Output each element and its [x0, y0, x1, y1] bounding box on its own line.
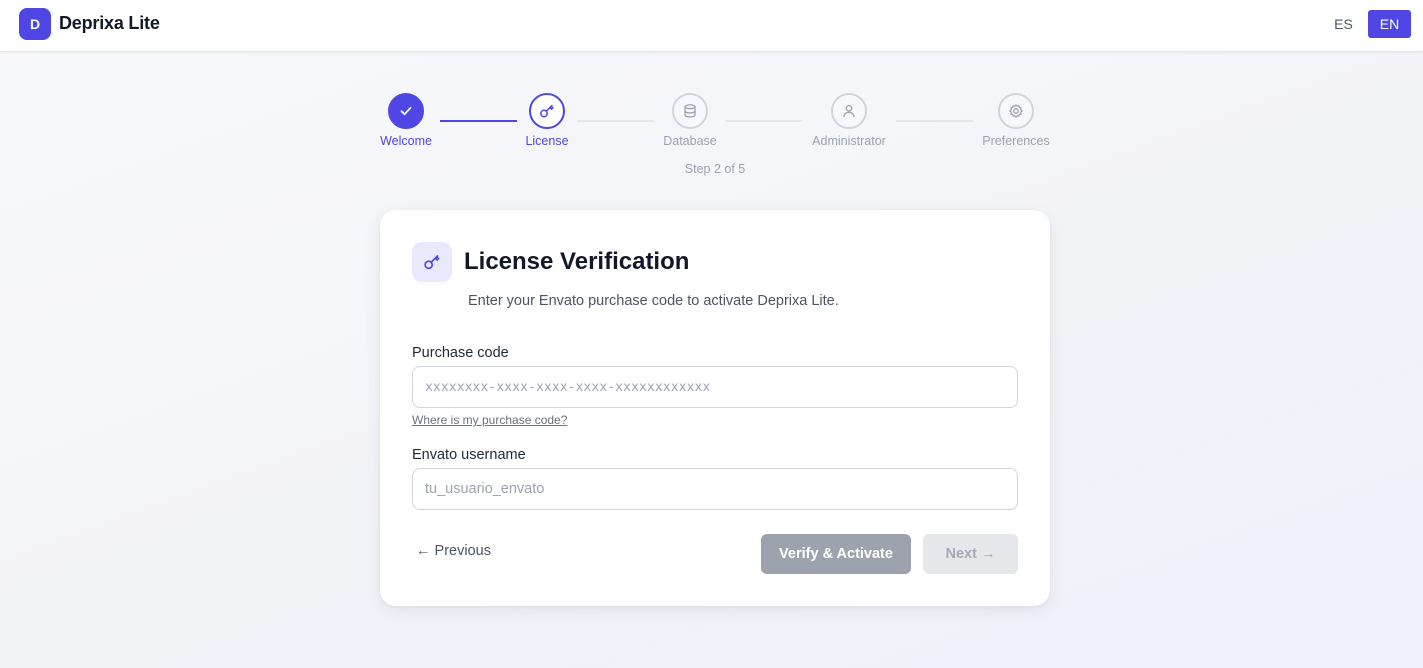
card-subtitle: Enter your Envato purchase code to activ…	[468, 293, 839, 309]
card-title: License Verification	[464, 248, 690, 275]
step-connector	[725, 120, 802, 122]
step-label-preferences: Preferences	[982, 134, 1050, 148]
key-icon	[540, 104, 554, 118]
step-counter: Step 2 of 5	[684, 162, 746, 176]
step-label-administrator: Administrator	[812, 134, 886, 148]
step-connector	[440, 120, 517, 122]
database-icon	[684, 104, 696, 118]
next-button[interactable]: Next →	[923, 534, 1018, 574]
step-connector	[896, 120, 973, 122]
previous-button[interactable]: ← Previous	[416, 543, 491, 559]
step-welcome	[388, 93, 424, 129]
step-preferences	[998, 93, 1034, 129]
envato-username-label: Envato username	[412, 447, 526, 463]
step-label-welcome: Welcome	[380, 134, 432, 148]
card-icon-badge	[412, 242, 452, 282]
step-label-license: License	[525, 134, 569, 148]
step-label-database: Database	[663, 134, 717, 148]
check-icon	[400, 106, 412, 116]
step-administrator	[831, 93, 867, 129]
key-icon	[424, 255, 440, 270]
purchase-code-input[interactable]	[412, 366, 1018, 408]
verify-activate-button[interactable]: Verify & Activate	[761, 534, 911, 574]
envato-username-input[interactable]	[412, 468, 1018, 510]
purchase-code-label: Purchase code	[412, 345, 509, 361]
step-license	[529, 93, 565, 129]
setup-stepper: Welcome License Database Administrator P…	[0, 0, 1423, 190]
license-card: License Verification Enter your Envato p…	[380, 210, 1050, 606]
step-connector	[577, 120, 654, 122]
user-icon	[843, 104, 855, 118]
purchase-code-help-link[interactable]: Where is my purchase code?	[412, 413, 567, 427]
step-database	[672, 93, 708, 129]
gear-icon	[1009, 104, 1023, 118]
